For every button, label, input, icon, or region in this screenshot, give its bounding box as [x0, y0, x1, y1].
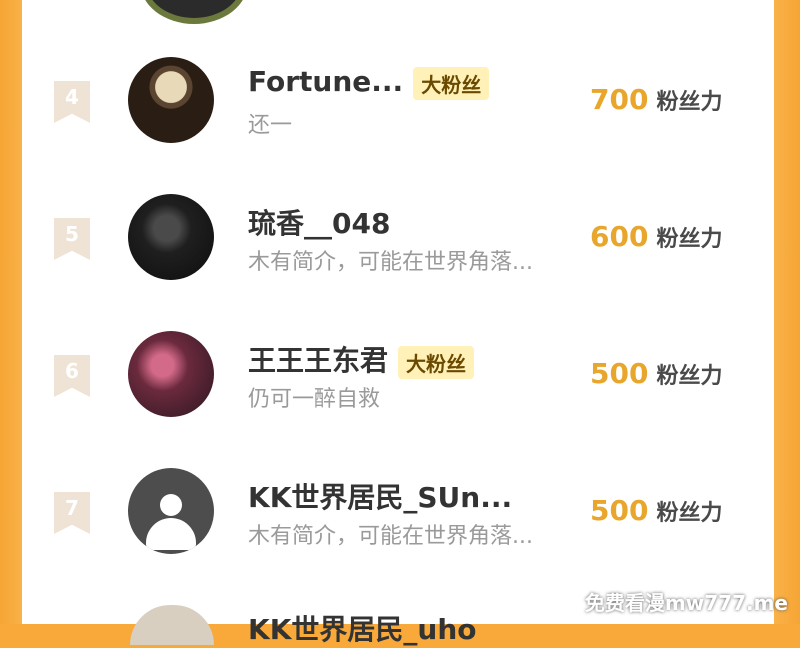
fan-badge: 大粉丝 — [413, 66, 490, 100]
rank-badge: 6 — [54, 355, 90, 397]
user-bio: 还一 — [248, 113, 293, 138]
rank-number: 7 — [65, 496, 79, 520]
fan-power-unit: 粉丝力 — [656, 227, 723, 252]
avatar[interactable] — [130, 605, 214, 645]
fan-power-unit: 粉丝力 — [656, 501, 723, 526]
user-bio: 木有简介，可能在世界角落... — [248, 524, 533, 549]
avatar[interactable] — [128, 331, 214, 417]
user-name-text[interactable]: 琉香__048 — [248, 207, 390, 240]
rank-badge: 5 — [54, 218, 90, 260]
rank-number: 5 — [65, 222, 79, 246]
fan-power-value: 500 — [590, 357, 649, 390]
user-name[interactable]: KK世界居民_SUn... — [248, 476, 512, 516]
list-item[interactable]: 5 琉香__048 木有简介，可能在世界角落... 600 粉丝力 — [22, 194, 774, 314]
fan-power-unit: 粉丝力 — [656, 364, 723, 389]
fan-power-value: 600 — [590, 220, 649, 253]
list-item[interactable]: 7 KK世界居民_SUn... 木有简介，可能在世界角落... 500 粉丝力 — [22, 468, 774, 588]
fan-badge: 大粉丝 — [398, 345, 475, 379]
fan-power: 700 粉丝力 — [590, 83, 722, 116]
avatar[interactable] — [128, 57, 214, 143]
user-name[interactable]: KK世界居民_uho — [248, 608, 477, 648]
user-name-text[interactable]: Fortune... — [248, 65, 403, 98]
watermark: 免费看漫mw777.me — [584, 591, 788, 615]
avatar-head-shape — [160, 494, 182, 516]
frame-left — [0, 0, 22, 624]
user-name[interactable]: 琉香__048 — [248, 202, 390, 242]
fan-power-unit: 粉丝力 — [656, 90, 723, 115]
rank-number: 4 — [65, 85, 79, 109]
ranking-card: 4 Fortune... 大粉丝 还一 700 粉丝力 5 琉香__048 木有简介… — [22, 0, 774, 646]
avatar-body-shape — [146, 518, 196, 550]
list-item[interactable]: 4 Fortune... 大粉丝 还一 700 粉丝力 — [22, 57, 774, 177]
user-name[interactable]: 王王王东君 大粉丝 — [248, 339, 475, 379]
user-name[interactable]: Fortune... 大粉丝 — [248, 65, 490, 100]
rank-number: 6 — [65, 359, 79, 383]
user-name-text[interactable]: KK世界居民_SUn... — [248, 481, 512, 514]
user-bio: 木有简介，可能在世界角落... — [248, 250, 533, 275]
fan-power-value: 700 — [590, 83, 649, 116]
rank-badge: 7 — [54, 492, 90, 534]
fan-power: 500 粉丝力 — [590, 357, 722, 390]
list-item[interactable]: 6 王王王东君 大粉丝 仍可一醉自救 500 粉丝力 — [22, 331, 774, 451]
default-avatar-icon[interactable] — [128, 468, 214, 554]
fan-power: 500 粉丝力 — [590, 494, 722, 527]
avatar[interactable] — [140, 0, 248, 24]
fan-power-value: 500 — [590, 494, 649, 527]
user-name-text[interactable]: 王王王东君 — [248, 344, 388, 377]
fan-power: 600 粉丝力 — [590, 220, 722, 253]
avatar[interactable] — [128, 194, 214, 280]
frame-right — [774, 0, 800, 624]
user-bio: 仍可一醉自救 — [248, 387, 381, 412]
rank-badge: 4 — [54, 81, 90, 123]
